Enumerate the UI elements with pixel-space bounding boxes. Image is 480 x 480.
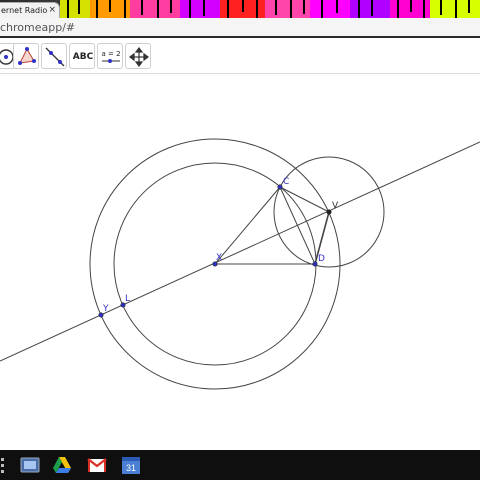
point-y-label: Y — [102, 304, 109, 314]
graphics-view[interactable]: C V X D Y L — [0, 74, 480, 450]
browser-tab[interactable]: ernet Radio × — [0, 2, 60, 18]
windows-icon[interactable] — [20, 455, 40, 475]
address-bar[interactable]: chromeapp/# — [0, 18, 480, 38]
url-text: chromeapp/# — [0, 21, 76, 34]
toolbar: ABC a = 2 — [0, 40, 480, 74]
move-view-tool[interactable] — [125, 43, 151, 69]
launcher-icon[interactable] — [0, 455, 6, 475]
point-l-label: L — [125, 294, 130, 304]
point-c[interactable]: C — [277, 177, 289, 190]
gmail-icon[interactable] — [87, 455, 107, 475]
point-l[interactable]: L — [120, 294, 130, 308]
polygon-tool[interactable] — [13, 43, 39, 69]
tab-strip: ernet Radio × — [0, 0, 480, 18]
line-tool[interactable] — [41, 43, 67, 69]
tab-title: ernet Radio — [1, 6, 48, 15]
segment-x-c[interactable] — [214, 186, 281, 265]
taskbar: 31 — [0, 450, 480, 480]
point-y[interactable]: Y — [98, 304, 109, 318]
wallpaper-pattern — [60, 0, 480, 18]
line-through-x-v[interactable] — [0, 141, 480, 362]
text-tool-label: ABC — [72, 52, 94, 62]
calendar-icon[interactable]: 31 — [121, 455, 141, 475]
point-d[interactable]: D — [312, 254, 325, 267]
point-v-label: V — [332, 201, 339, 211]
construction-canvas[interactable]: C V X D Y L — [0, 74, 480, 450]
point-x-label: X — [216, 253, 222, 263]
segment-c-d[interactable] — [279, 186, 316, 265]
slider-icon — [102, 59, 120, 63]
calendar-day: 31 — [126, 463, 136, 473]
move-arrows-icon — [129, 47, 149, 67]
triangle-icon — [18, 47, 36, 65]
point-d-label: D — [318, 254, 325, 264]
point-c-label: C — [283, 177, 289, 187]
point-v[interactable]: V — [326, 201, 339, 215]
text-tool[interactable]: ABC — [69, 43, 95, 69]
slider-tool[interactable]: a = 2 — [97, 43, 123, 69]
drive-icon[interactable] — [52, 455, 72, 475]
line-icon — [45, 47, 65, 67]
tab-close-icon[interactable]: × — [48, 3, 56, 18]
